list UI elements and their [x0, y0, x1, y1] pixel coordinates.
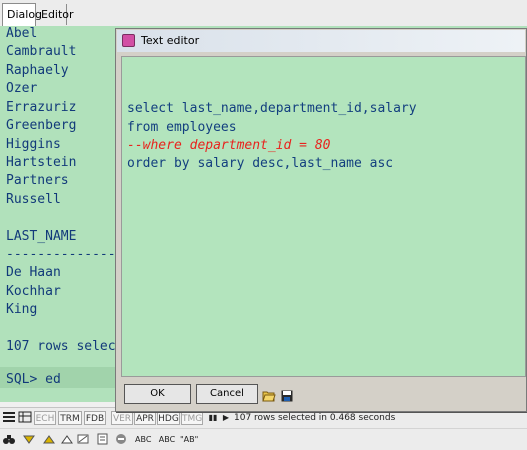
triangle-down-icon[interactable] [22, 432, 36, 446]
open-folder-icon[interactable] [262, 387, 276, 402]
lines-icon[interactable] [2, 410, 16, 424]
output-line: Cambrault [6, 44, 77, 59]
uppercase-abc-icon[interactable]: ABC [158, 432, 176, 446]
code-line: order by salary desc,last_name asc [127, 156, 394, 171]
status-ver[interactable]: VER [111, 411, 133, 425]
output-line: Russell [6, 192, 61, 207]
editor-title: Text editor [141, 34, 200, 47]
status-apr[interactable]: APR [134, 411, 156, 425]
tab-editor[interactable]: Editor [37, 4, 74, 25]
status-trm[interactable]: TRM [58, 411, 82, 425]
output-line: Partners [6, 173, 69, 188]
output-line: Kochhar [6, 284, 61, 299]
binoculars-icon[interactable] [2, 432, 16, 446]
output-line: Hartstein [6, 155, 77, 170]
save-disk-icon[interactable] [281, 387, 293, 402]
pause-icon[interactable]: ▮▮ [206, 411, 220, 425]
tab-dialog[interactable]: Dialog [2, 3, 42, 26]
output-separator: ---------------- [6, 247, 132, 262]
status-tmg[interactable]: TMG [181, 411, 203, 425]
no-entry-icon[interactable] [114, 432, 128, 446]
output-line: Abel [6, 26, 38, 41]
output-line: King [6, 302, 38, 317]
output-line: De Haan [6, 265, 61, 280]
tab-strip: Dialog Editor [0, 0, 527, 27]
status-fdb[interactable]: FDB [84, 411, 106, 425]
output-line: Higgins [6, 137, 61, 152]
status-ech[interactable]: ECH [34, 411, 56, 425]
sql-prompt[interactable]: SQL> ed [6, 372, 61, 387]
editor-app-icon [122, 34, 135, 47]
edit-icon[interactable] [96, 432, 110, 446]
output-rows-selected: 107 rows selec [6, 339, 116, 354]
ok-button[interactable]: OK [124, 384, 191, 404]
output-line: Raphaely [6, 63, 69, 78]
abc-icon[interactable]: ABC [135, 432, 151, 446]
status-hdg[interactable]: HDG [157, 411, 180, 425]
table-grid-icon[interactable] [18, 410, 32, 424]
output-line: Ozer [6, 81, 38, 96]
cancel-button[interactable]: Cancel [196, 384, 258, 404]
triangle-outline-icon[interactable] [60, 432, 74, 446]
editor-titlebar[interactable]: Text editor [117, 30, 525, 52]
quoted-ab-icon[interactable]: "AB" [180, 432, 198, 446]
eraser-icon[interactable] [76, 432, 90, 446]
sql-editor-textarea[interactable]: select last_name,department_id,salary fr… [121, 56, 526, 377]
text-editor-window: Text editor select last_name,department_… [115, 28, 527, 412]
play-icon[interactable]: ▶ [219, 411, 233, 425]
output-column-header: LAST_NAME [6, 229, 77, 244]
code-line-comment: --where department_id = 80 [127, 138, 331, 153]
output-line: Errazuriz [6, 100, 77, 115]
bottom-toolbar: ABC ABC "AB" [0, 428, 527, 450]
code-line: from employees [127, 120, 237, 135]
code-line: select last_name,department_id,salary [127, 101, 417, 116]
status-message: 107 rows selected in 0.468 seconds [234, 413, 396, 423]
triangle-up-icon[interactable] [42, 432, 56, 446]
editor-button-bar: OK Cancel [121, 381, 523, 407]
output-line: Greenberg [6, 118, 77, 133]
